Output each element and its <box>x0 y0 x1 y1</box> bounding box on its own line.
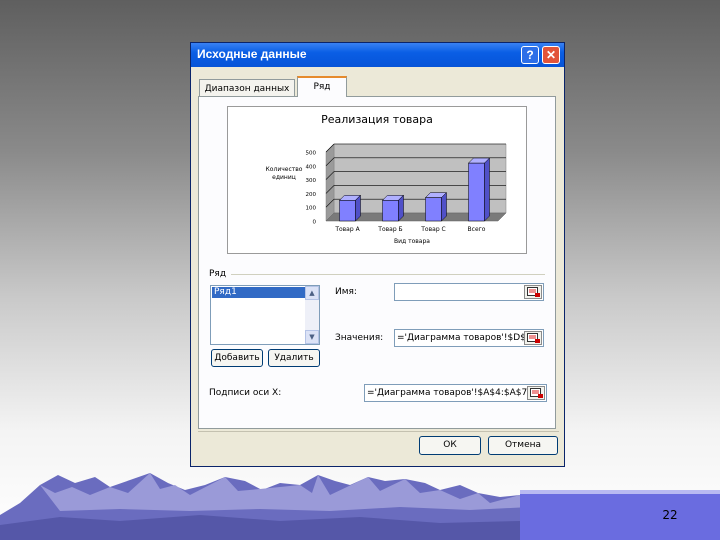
chart-bar <box>468 162 485 222</box>
x-labels-label: Подписи оси X: <box>209 388 282 398</box>
dialog-titlebar[interactable]: Исходные данные ? ✕ <box>191 43 564 67</box>
chart-bar-side <box>484 157 490 222</box>
button-separator <box>198 431 559 432</box>
x-axis-label: Вид товара <box>394 238 430 245</box>
x-labels-value: ='Диаграмма товаров'!$A$4:$A$7 <box>367 388 528 398</box>
y-axis-label: единиц <box>272 174 296 181</box>
footer-accent-highlight <box>520 490 720 494</box>
y-tick-label: 500 <box>306 151 317 157</box>
chart-bar <box>339 200 356 222</box>
name-field[interactable] <box>394 283 544 301</box>
scroll-down-icon[interactable]: ▼ <box>305 330 319 344</box>
chart-bar-side <box>441 191 447 222</box>
tab-data-range[interactable]: Диапазон данных <box>199 79 295 97</box>
chart-svg: Реализация товара 0 100 200 300 400 500 Количес… <box>266 113 507 245</box>
series-list-scrollbar[interactable]: ▲ ▼ <box>305 286 319 344</box>
values-value: ='Диаграмма товаров'!$D$ <box>397 333 526 343</box>
x-tick-label: Товар С <box>420 226 445 233</box>
chart-title: Реализация товара <box>321 113 433 126</box>
chart-preview: Реализация товара 0 100 200 300 400 500 Количес… <box>227 106 527 254</box>
y-axis-label: Количество <box>266 166 303 173</box>
values-label: Значения: <box>335 333 384 343</box>
y-tick-label: 400 <box>306 164 317 170</box>
collapse-dialog-icon[interactable] <box>527 386 545 400</box>
series-list-item[interactable]: Ряд1 <box>212 287 307 298</box>
collapse-dialog-icon[interactable] <box>524 285 542 299</box>
x-labels-field[interactable]: ='Диаграмма товаров'!$A$4:$A$7 <box>364 384 547 402</box>
collapse-dialog-icon[interactable] <box>524 331 542 345</box>
chart-bar <box>425 197 442 222</box>
ok-button[interactable]: ОК <box>419 436 481 455</box>
series-group-label: Ряд <box>209 269 227 279</box>
chart-bar <box>382 200 399 222</box>
remove-series-button[interactable]: Удалить <box>268 349 320 367</box>
values-field[interactable]: ='Диаграмма товаров'!$D$ <box>394 329 544 347</box>
x-tick-label: Товар Б <box>377 226 402 233</box>
x-tick-label: Товар А <box>334 226 360 233</box>
x-tick-label: Всего <box>468 226 486 233</box>
dialog-title: Исходные данные <box>197 47 307 61</box>
name-label: Имя: <box>335 287 357 297</box>
series-group-line <box>231 274 545 275</box>
chart-side-wall <box>325 143 335 222</box>
help-button[interactable]: ? <box>521 46 539 64</box>
y-tick-label: 300 <box>306 178 317 184</box>
tab-series[interactable]: Ряд <box>297 76 347 97</box>
y-tick-label: 200 <box>306 192 317 198</box>
source-data-dialog: Исходные данные ? ✕ Диапазон данных Ряд … <box>190 42 565 467</box>
y-tick-label: 100 <box>306 206 317 212</box>
cancel-button[interactable]: Отмена <box>488 436 558 455</box>
add-series-button[interactable]: Добавить <box>211 349 263 367</box>
series-listbox[interactable]: Ряд1 ▲ ▼ <box>210 285 320 345</box>
scroll-up-icon[interactable]: ▲ <box>305 286 319 300</box>
close-button[interactable]: ✕ <box>542 46 560 64</box>
y-tick-label: 0 <box>313 220 317 226</box>
footer-accent-bar <box>520 490 720 540</box>
slide-number: 22 <box>662 508 678 522</box>
